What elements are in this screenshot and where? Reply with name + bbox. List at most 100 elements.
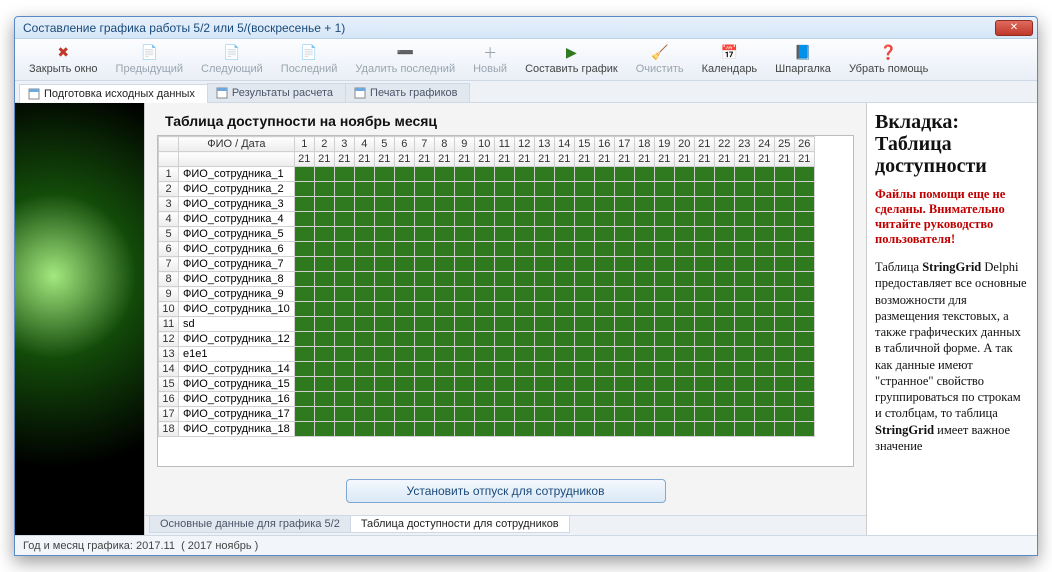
availability-cell[interactable] <box>454 302 474 317</box>
availability-cell[interactable] <box>654 167 674 182</box>
availability-cell[interactable] <box>714 392 734 407</box>
availability-cell[interactable] <box>574 302 594 317</box>
toolbar-calendar[interactable]: 📅Календарь <box>694 43 766 77</box>
availability-cell[interactable] <box>494 317 514 332</box>
availability-cell[interactable] <box>494 287 514 302</box>
availability-cell[interactable] <box>674 167 694 182</box>
availability-cell[interactable] <box>474 377 494 392</box>
availability-cell[interactable] <box>334 242 354 257</box>
availability-cell[interactable] <box>694 392 714 407</box>
availability-cell[interactable] <box>674 272 694 287</box>
availability-cell[interactable] <box>494 362 514 377</box>
availability-cell[interactable] <box>314 362 334 377</box>
availability-cell[interactable] <box>294 227 314 242</box>
availability-cell[interactable] <box>434 182 454 197</box>
availability-cell[interactable] <box>494 392 514 407</box>
availability-cell[interactable] <box>734 227 754 242</box>
availability-cell[interactable] <box>614 257 634 272</box>
availability-cell[interactable] <box>514 422 534 437</box>
availability-cell[interactable] <box>374 422 394 437</box>
availability-cell[interactable] <box>614 182 634 197</box>
availability-cell[interactable] <box>494 242 514 257</box>
availability-cell[interactable] <box>434 257 454 272</box>
availability-cell[interactable] <box>594 317 614 332</box>
availability-cell[interactable] <box>414 377 434 392</box>
availability-cell[interactable] <box>574 242 594 257</box>
availability-cell[interactable] <box>434 272 454 287</box>
availability-cell[interactable] <box>554 272 574 287</box>
availability-cell[interactable] <box>674 347 694 362</box>
availability-cell[interactable] <box>394 347 414 362</box>
availability-cell[interactable] <box>714 272 734 287</box>
availability-cell[interactable] <box>334 302 354 317</box>
availability-cell[interactable] <box>594 167 614 182</box>
availability-cell[interactable] <box>754 392 774 407</box>
availability-cell[interactable] <box>534 212 554 227</box>
availability-cell[interactable] <box>494 332 514 347</box>
availability-cell[interactable] <box>734 422 754 437</box>
availability-cell[interactable] <box>694 332 714 347</box>
availability-cell[interactable] <box>434 242 454 257</box>
availability-cell[interactable] <box>334 362 354 377</box>
availability-cell[interactable] <box>694 317 714 332</box>
availability-cell[interactable] <box>314 347 334 362</box>
availability-cell[interactable] <box>654 317 674 332</box>
availability-cell[interactable] <box>374 287 394 302</box>
availability-cell[interactable] <box>594 377 614 392</box>
availability-cell[interactable] <box>394 407 414 422</box>
availability-cell[interactable] <box>774 317 794 332</box>
availability-cell[interactable] <box>414 407 434 422</box>
availability-cell[interactable] <box>574 272 594 287</box>
availability-cell[interactable] <box>374 332 394 347</box>
availability-cell[interactable] <box>534 362 554 377</box>
availability-cell[interactable] <box>454 182 474 197</box>
availability-cell[interactable] <box>614 287 634 302</box>
availability-cell[interactable] <box>774 392 794 407</box>
availability-cell[interactable] <box>574 167 594 182</box>
availability-cell[interactable] <box>554 347 574 362</box>
availability-cell[interactable] <box>774 197 794 212</box>
availability-cell[interactable] <box>774 227 794 242</box>
availability-cell[interactable] <box>534 317 554 332</box>
availability-cell[interactable] <box>774 182 794 197</box>
availability-cell[interactable] <box>374 167 394 182</box>
availability-cell[interactable] <box>294 257 314 272</box>
availability-cell[interactable] <box>374 197 394 212</box>
availability-cell[interactable] <box>314 332 334 347</box>
availability-cell[interactable] <box>474 362 494 377</box>
availability-cell[interactable] <box>774 302 794 317</box>
availability-cell[interactable] <box>754 332 774 347</box>
availability-cell[interactable] <box>394 197 414 212</box>
availability-cell[interactable] <box>454 377 474 392</box>
availability-cell[interactable] <box>314 287 334 302</box>
availability-cell[interactable] <box>754 362 774 377</box>
availability-cell[interactable] <box>554 287 574 302</box>
availability-cell[interactable] <box>554 407 574 422</box>
availability-cell[interactable] <box>294 272 314 287</box>
availability-cell[interactable] <box>634 212 654 227</box>
availability-cell[interactable] <box>734 302 754 317</box>
availability-cell[interactable] <box>514 212 534 227</box>
availability-cell[interactable] <box>374 257 394 272</box>
availability-cell[interactable] <box>354 182 374 197</box>
availability-cell[interactable] <box>534 242 554 257</box>
availability-cell[interactable] <box>734 317 754 332</box>
availability-cell[interactable] <box>654 212 674 227</box>
availability-cell[interactable] <box>634 422 654 437</box>
availability-cell[interactable] <box>434 287 454 302</box>
availability-cell[interactable] <box>594 272 614 287</box>
availability-cell[interactable] <box>614 407 634 422</box>
availability-cell[interactable] <box>474 257 494 272</box>
availability-cell[interactable] <box>314 167 334 182</box>
availability-cell[interactable] <box>514 362 534 377</box>
availability-cell[interactable] <box>314 227 334 242</box>
availability-cell[interactable] <box>734 257 754 272</box>
availability-cell[interactable] <box>794 257 814 272</box>
availability-cell[interactable] <box>334 287 354 302</box>
availability-cell[interactable] <box>634 167 654 182</box>
availability-cell[interactable] <box>394 272 414 287</box>
availability-cell[interactable] <box>574 347 594 362</box>
availability-cell[interactable] <box>494 347 514 362</box>
availability-cell[interactable] <box>394 242 414 257</box>
availability-cell[interactable] <box>374 302 394 317</box>
